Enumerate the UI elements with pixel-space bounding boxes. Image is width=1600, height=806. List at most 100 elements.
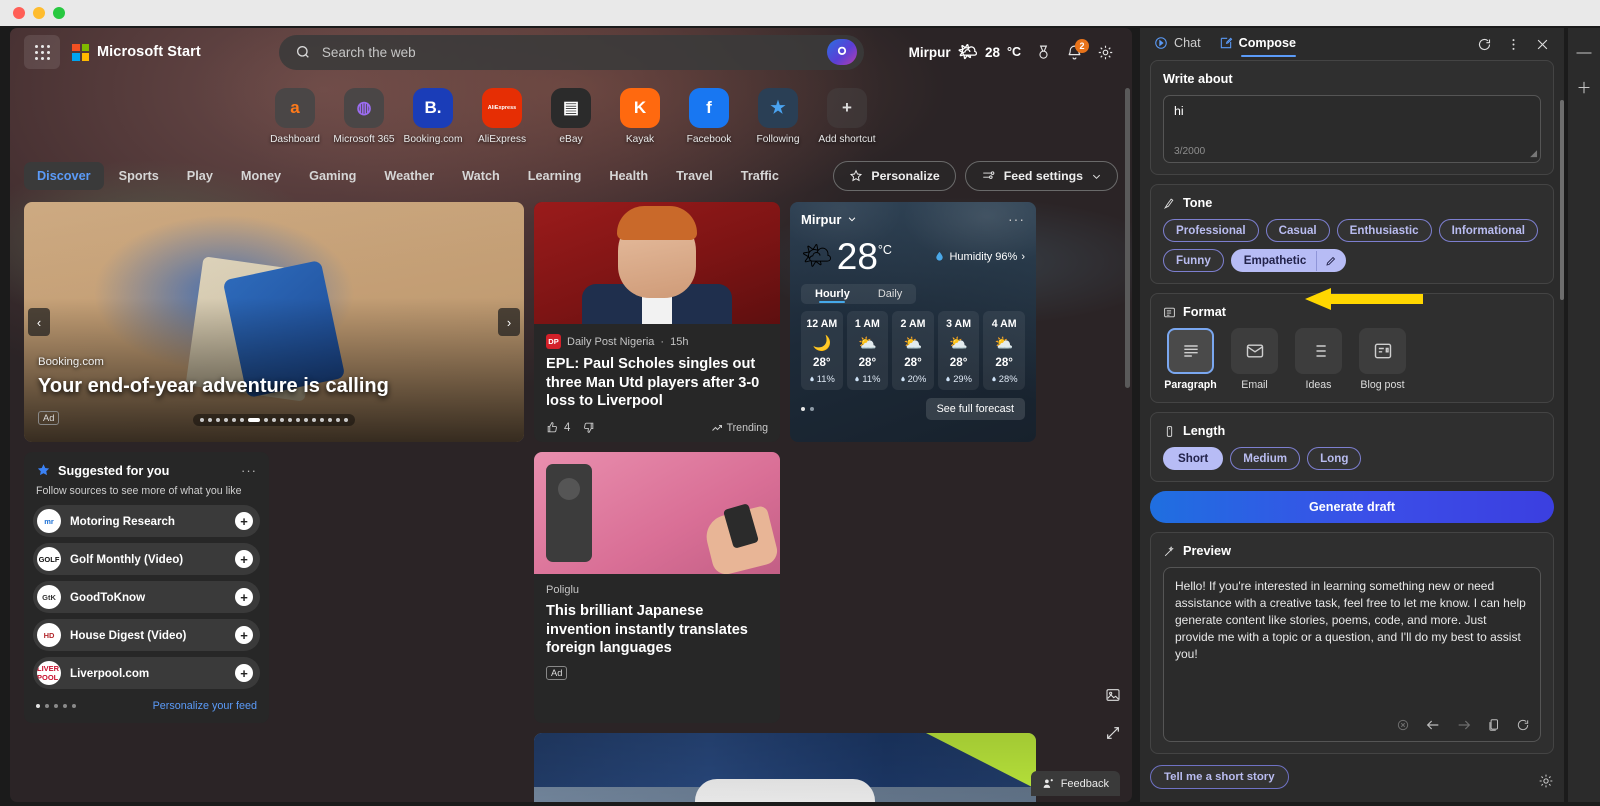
news-card-mbappe[interactable]: Emirates K Tuko · 17h Kylian Mbappe: Rea… [534,733,1036,802]
tone-chip-informational[interactable]: Informational [1438,219,1538,242]
personalize-button[interactable]: Personalize [833,161,956,191]
hero-next-button[interactable]: › [498,308,520,336]
nav-tab-play[interactable]: Play [174,162,226,190]
follow-source-button[interactable]: + [235,664,253,682]
follow-source-button[interactable]: + [235,626,253,644]
weather-tab-daily[interactable]: Daily [864,284,916,304]
weather-hour-cell[interactable]: 3 AM ⛅ 28° 29% [937,311,980,390]
minimize-icon[interactable]: — [1577,44,1592,61]
nav-tab-watch[interactable]: Watch [449,162,513,190]
suggested-more-button[interactable]: ··· [241,463,257,478]
weather-hour-cell[interactable]: 1 AM ⛅ 28° 11% [846,311,889,390]
weather-page-dots[interactable] [801,407,814,411]
rewards-medal-icon[interactable] [1035,44,1052,61]
see-full-forecast-button[interactable]: See full forecast [925,398,1025,420]
format-option-paragraph[interactable]: Paragraph [1163,328,1218,391]
tone-chip-enthusiastic[interactable]: Enthusiastic [1336,219,1432,242]
weather-humidity[interactable]: Humidity 96% › [934,250,1025,263]
header-weather-chip[interactable]: Mirpur 🌤 28 °C [909,42,1021,62]
tone-chip-casual[interactable]: Casual [1265,219,1330,242]
shortcut-ebay[interactable]: ▤ eBay [547,88,595,145]
shortcut-kayak[interactable]: K Kayak [616,88,664,145]
regenerate-icon[interactable] [1516,718,1530,732]
shortcut-dashboard[interactable]: a Dashboard [270,88,320,145]
image-icon[interactable] [1100,682,1126,708]
page-scrollbar[interactable] [1125,88,1130,388]
hero-prev-button[interactable]: ‹ [28,308,50,336]
nav-tab-traffic[interactable]: Traffic [728,162,792,190]
suggested-source-row[interactable]: HD House Digest (Video) + [33,619,260,651]
app-launcher-icon[interactable] [24,35,60,69]
copilot-scrollbar[interactable] [1560,100,1564,300]
length-chip-long[interactable]: Long [1307,447,1362,470]
copilot-search-button[interactable] [826,39,857,65]
follow-source-button[interactable]: + [235,512,253,530]
plus-icon[interactable]: ＋ [1576,77,1591,98]
tab-compose[interactable]: Compose [1219,36,1297,57]
more-vertical-icon[interactable] [1506,37,1521,52]
tone-chip-professional[interactable]: Professional [1163,219,1259,242]
hero-carousel-dots[interactable] [193,414,355,426]
feedback-button[interactable]: Feedback [1030,771,1120,796]
window-minimize-button[interactable] [33,7,45,19]
shortcut-aliexpress[interactable]: AliExpress AliExpress [478,88,526,145]
nav-tab-weather[interactable]: Weather [371,162,447,190]
back-arrow-icon[interactable] [1425,717,1441,733]
nav-tab-discover[interactable]: Discover [24,162,104,190]
weather-hour-cell[interactable]: 2 AM ⛅ 28° 20% [892,311,934,390]
brand[interactable]: Microsoft Start [72,43,201,61]
generate-draft-button[interactable]: Generate draft [1150,491,1554,523]
stop-icon[interactable] [1396,718,1410,732]
pencil-icon[interactable] [1316,250,1345,271]
length-chip-short[interactable]: Short [1163,447,1224,470]
tone-chip-empathetic[interactable]: Empathetic [1230,249,1347,272]
shortcut-facebook[interactable]: f Facebook [685,88,733,145]
suggestion-chip-story[interactable]: Tell me a short story [1150,765,1289,789]
suggested-page-dots[interactable] [36,704,76,708]
format-option-email[interactable]: Email [1227,328,1282,391]
suggested-source-row[interactable]: GtK GoodToKnow + [33,581,260,613]
weather-hour-cell[interactable]: 12 AM 🌙 28° 11% [801,311,843,390]
shortcut-following[interactable]: ★ Following [754,88,802,145]
dislike-button[interactable] [582,421,595,434]
nav-tab-learning[interactable]: Learning [515,162,595,190]
shortcut-booking-com[interactable]: B. Booking.com [404,88,462,145]
nav-tab-travel[interactable]: Travel [663,162,726,190]
weather-widget[interactable]: Mirpur ··· 🌤 28 °C Humidity 96% › Hourly… [790,202,1036,442]
suggested-source-row[interactable]: GOLF Golf Monthly (Video) + [33,543,260,575]
search-bar[interactable]: Search the web [278,34,864,70]
like-button[interactable]: 4 [546,421,570,434]
notifications-button[interactable]: 2 [1066,38,1089,61]
shortcut-microsoft-365[interactable]: ◍ Microsoft 365 [333,88,395,145]
follow-source-button[interactable]: + [235,588,253,606]
ad-card-poliglu[interactable]: Poliglu This brilliant Japanese inventio… [534,452,780,723]
weather-more-button[interactable]: ··· [1008,211,1025,227]
suggested-source-row[interactable]: LIVER POOL Liverpool.com + [33,657,260,689]
resize-handle-icon[interactable]: ◢ [1530,148,1537,159]
tab-chat[interactable]: Chat [1154,36,1201,52]
weather-hour-cell[interactable]: 4 AM ⛅ 28° 28% [983,311,1025,390]
hero-ad-card[interactable]: ‹ › Booking.com Your end-of-year adventu… [24,202,524,442]
forward-arrow-icon[interactable] [1456,717,1472,733]
refresh-icon[interactable] [1477,37,1492,52]
preview-box[interactable]: Hello! If you're interested in learning … [1163,567,1541,742]
weather-tab-hourly[interactable]: Hourly [801,284,864,304]
nav-tab-money[interactable]: Money [228,162,294,190]
copilot-settings-button[interactable] [1538,773,1554,794]
expand-icon[interactable] [1100,720,1126,746]
nav-tab-gaming[interactable]: Gaming [296,162,369,190]
window-maximize-button[interactable] [53,7,65,19]
suggested-source-row[interactable]: mr Motoring Research + [33,505,260,537]
format-option-ideas[interactable]: Ideas [1291,328,1346,391]
news-card-scholes[interactable]: DP Daily Post Nigeria · 15h EPL: Paul Sc… [534,202,780,442]
copy-icon[interactable] [1487,718,1501,732]
personalize-feed-link[interactable]: Personalize your feed [153,700,257,712]
shortcut-add-shortcut[interactable]: + Add shortcut [818,88,876,145]
nav-tab-health[interactable]: Health [596,162,661,190]
weather-city-selector[interactable]: Mirpur [801,212,857,227]
settings-button[interactable] [1097,44,1114,61]
close-icon[interactable] [1535,37,1550,52]
window-close-button[interactable] [13,7,25,19]
nav-tab-sports[interactable]: Sports [106,162,172,190]
write-about-input[interactable]: hi 3/2000 ◢ [1163,95,1541,163]
